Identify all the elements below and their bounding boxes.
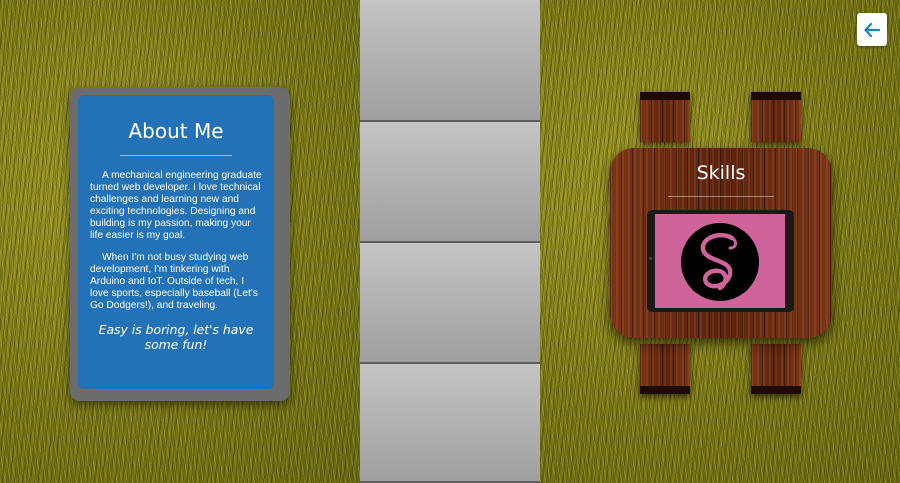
about-me-title: About Me: [128, 119, 224, 143]
back-button[interactable]: [857, 13, 887, 46]
walkway-slab: [360, 243, 540, 364]
tablet[interactable]: [647, 210, 794, 312]
walkway-slab: [360, 122, 540, 243]
about-divider: [120, 155, 232, 156]
tablet-screen: [655, 214, 785, 308]
about-tagline: Easy is boring, let's have some fun!: [98, 322, 254, 352]
skills-table: Skills: [610, 148, 832, 338]
skills-title: Skills: [696, 162, 746, 184]
walkway-slab: [360, 0, 540, 122]
about-me-panel: About Me A mechanical engineering gradua…: [70, 87, 290, 401]
chair-bottom-right: [751, 344, 801, 394]
chair-bottom-left: [640, 344, 690, 394]
chair-top-left: [640, 92, 690, 142]
about-paragraph-1: A mechanical engineering graduate turned…: [90, 170, 262, 241]
sass-logo-icon: [681, 223, 759, 301]
about-paragraph-2: When I'm not busy studying web developme…: [90, 252, 258, 311]
skills-divider: [668, 196, 774, 197]
arrow-left-icon: [864, 22, 880, 37]
walkway-slab: [360, 364, 540, 483]
about-me-card: About Me A mechanical engineering gradua…: [78, 95, 274, 389]
chair-top-right: [751, 92, 801, 142]
stone-walkway: [360, 0, 540, 483]
tablet-camera: [649, 257, 652, 260]
